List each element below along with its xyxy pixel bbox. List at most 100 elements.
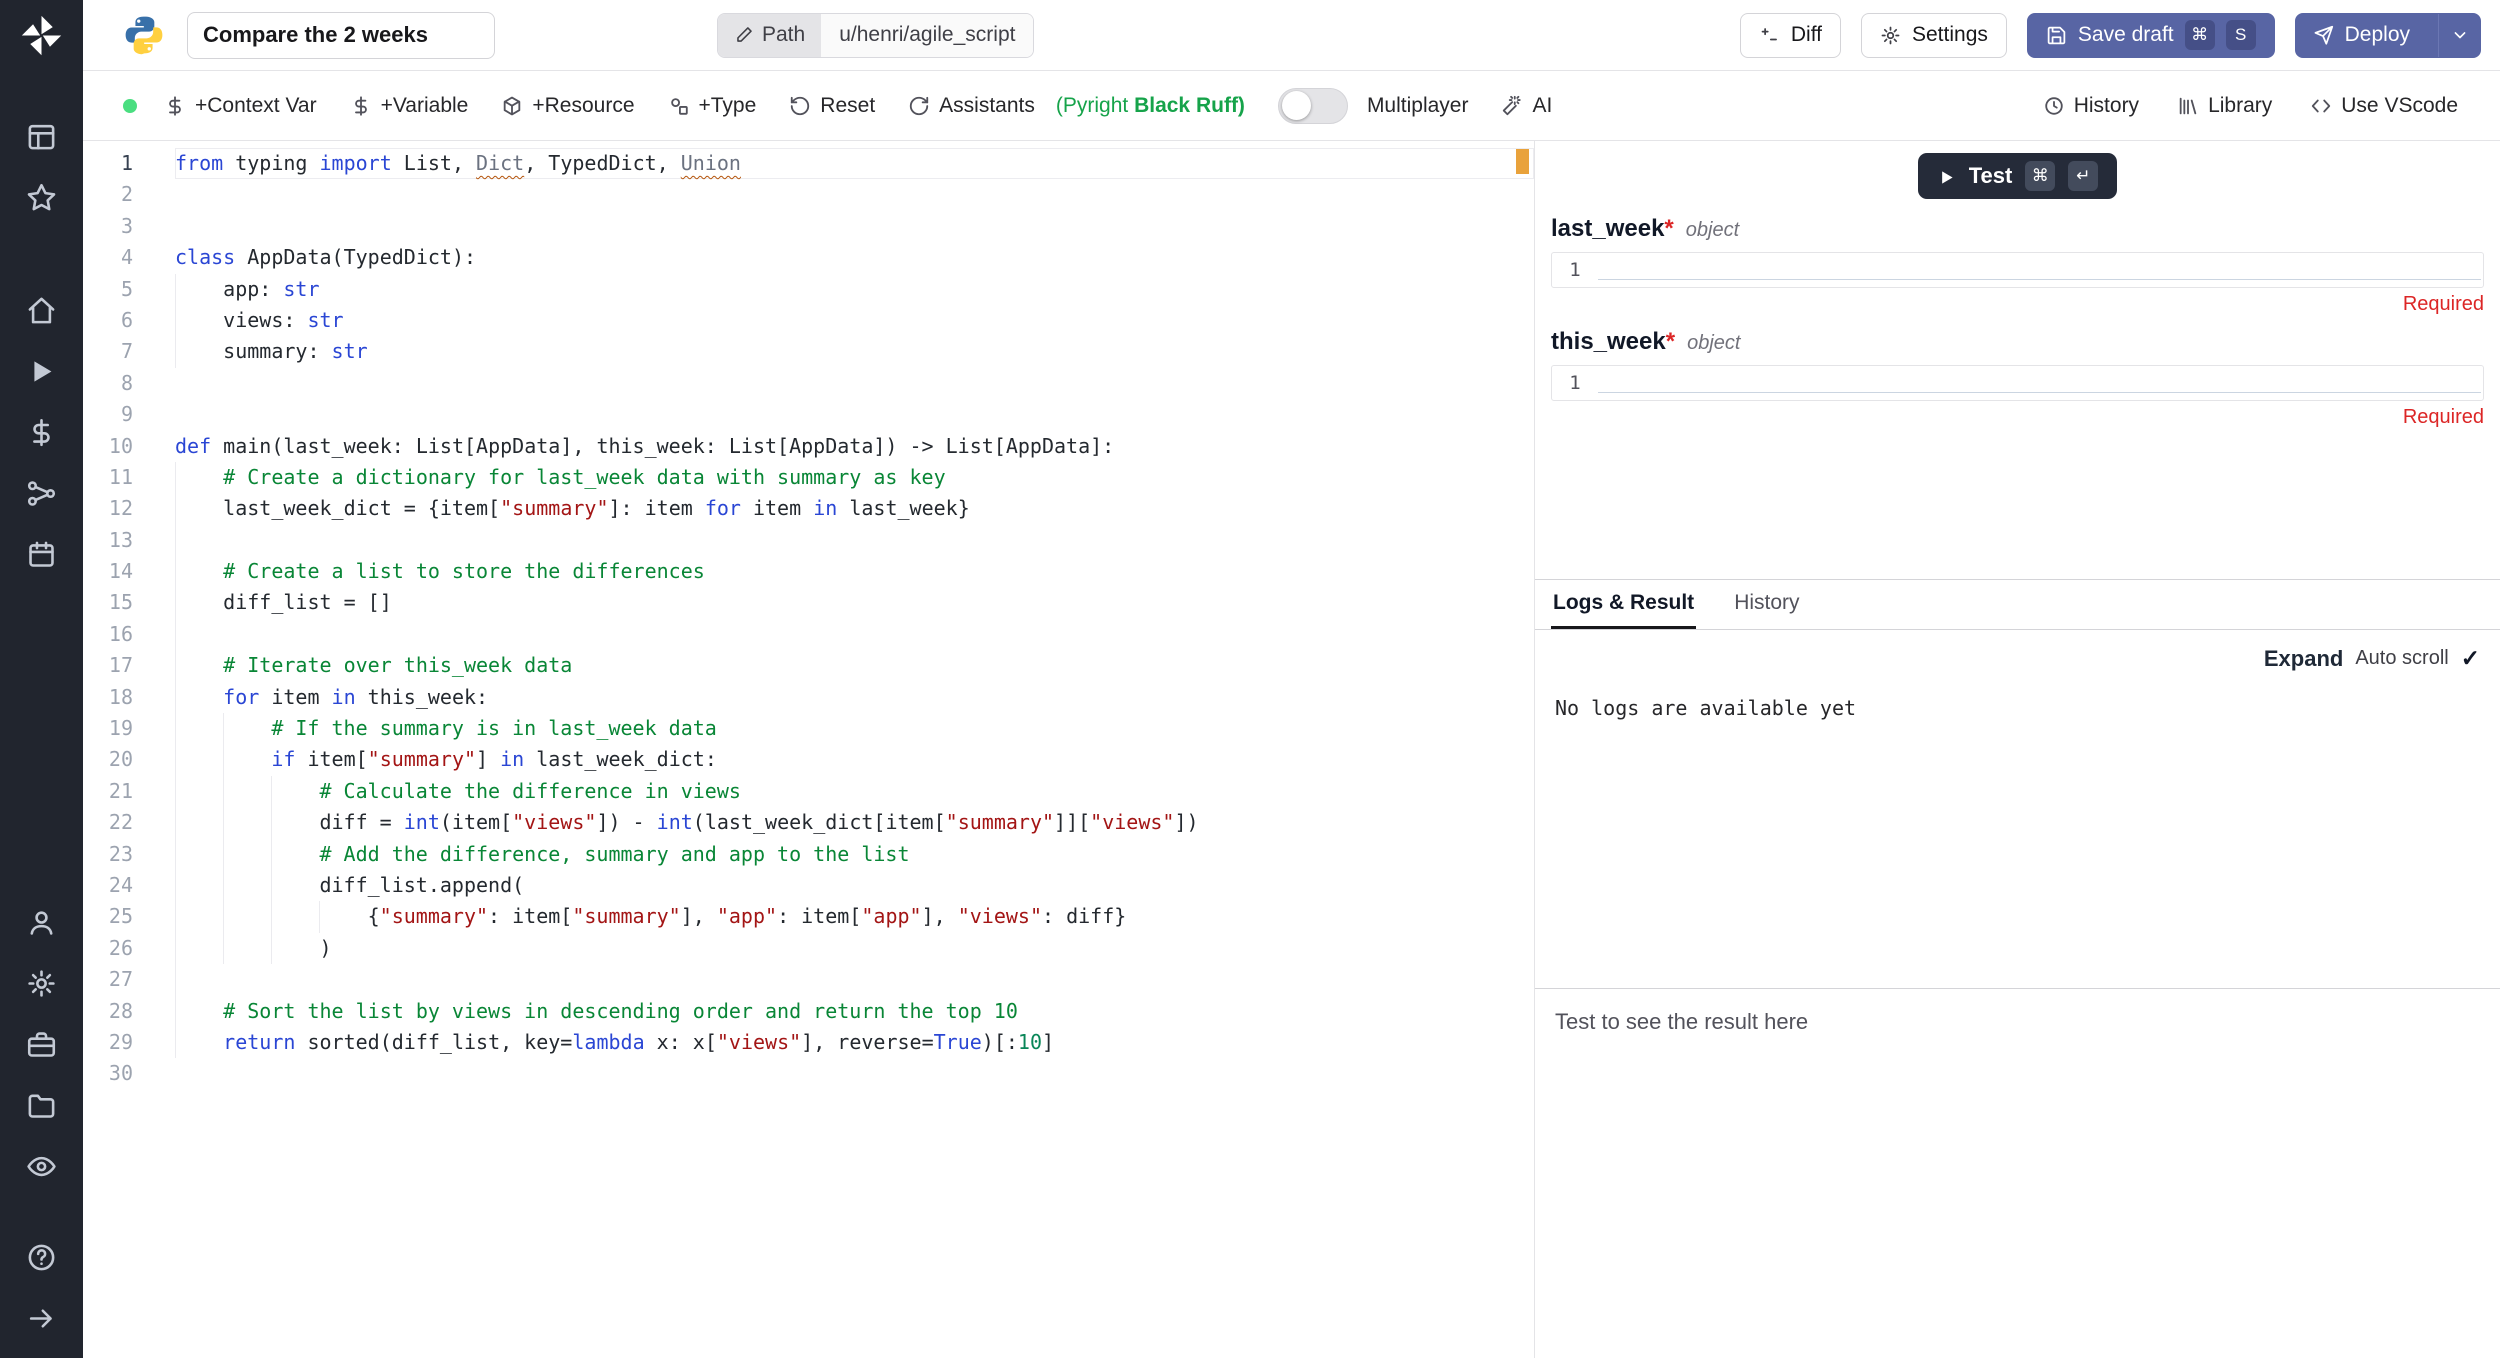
code-token: "summary" bbox=[572, 904, 680, 928]
overview-ruler bbox=[1512, 141, 1534, 1358]
path-button[interactable]: Path u/henri/agile_script bbox=[717, 13, 1034, 58]
sidebar-item-help[interactable] bbox=[26, 1242, 57, 1273]
code-line[interactable]: app: str bbox=[175, 274, 1534, 305]
indent-guide bbox=[271, 933, 319, 964]
deploy-icon bbox=[2313, 25, 2334, 46]
code-line[interactable]: for item in this_week: bbox=[175, 682, 1534, 713]
diff-button[interactable]: Diff bbox=[1740, 13, 1841, 58]
tab-logs-result[interactable]: Logs & Result bbox=[1551, 580, 1696, 629]
toolbar-item-use-vscode[interactable]: Use VScode bbox=[2310, 94, 2458, 118]
code-line[interactable]: summary: str bbox=[175, 336, 1534, 367]
toolbar-item-multiplayer[interactable]: Multiplayer bbox=[1367, 94, 1469, 118]
logs-tabs: Logs & Result History bbox=[1535, 580, 2500, 630]
sidebar-item-eye[interactable] bbox=[26, 1151, 57, 1182]
code-token: int bbox=[657, 810, 693, 834]
line-number: 1 bbox=[83, 148, 133, 179]
toolbar-item-assistants[interactable]: Assistants bbox=[908, 94, 1035, 118]
toolbar-item-reset[interactable]: Reset bbox=[789, 94, 875, 118]
indent-guide bbox=[175, 933, 223, 964]
code-line[interactable]: def main(last_week: List[AppData], this_… bbox=[175, 431, 1534, 462]
code-token: return bbox=[223, 1030, 295, 1054]
code-line[interactable]: # Calculate the difference in views bbox=[175, 776, 1534, 807]
sidebar-group bbox=[26, 1242, 57, 1334]
test-button[interactable]: Test ⌘ ↵ bbox=[1918, 153, 2118, 199]
code-line[interactable]: # Sort the list by views in descending o… bbox=[175, 996, 1534, 1027]
code-line[interactable]: diff_list.append( bbox=[175, 870, 1534, 901]
code-line[interactable]: # Iterate over this_week data bbox=[175, 650, 1534, 681]
windmill-logo-icon[interactable] bbox=[19, 13, 64, 58]
arg-field[interactable] bbox=[1598, 366, 2481, 393]
sidebar-item-calendar[interactable] bbox=[26, 539, 57, 570]
sidebar-item-flow[interactable] bbox=[26, 478, 57, 509]
code-line[interactable]: ) bbox=[175, 933, 1534, 964]
indent-guide bbox=[175, 274, 223, 305]
line-number: 8 bbox=[83, 368, 133, 399]
sidebar-item-folder[interactable] bbox=[26, 1090, 57, 1121]
code-line[interactable]: {"summary": item["summary"], "app": item… bbox=[175, 901, 1534, 932]
sidebar-item-gear[interactable] bbox=[26, 968, 57, 999]
autoscroll-checkbox[interactable]: ✓ bbox=[2461, 645, 2480, 672]
line-number: 3 bbox=[83, 211, 133, 242]
toolbar-item-label: Reset bbox=[820, 94, 875, 118]
arg-field[interactable] bbox=[1598, 253, 2481, 280]
path-label-text: Path bbox=[762, 23, 805, 47]
code-line[interactable] bbox=[175, 179, 1534, 210]
deploy-dropdown-button[interactable] bbox=[2438, 14, 2480, 57]
code-line[interactable]: # Add the difference, summary and app to… bbox=[175, 839, 1534, 870]
save-draft-button[interactable]: Save draft ⌘ S bbox=[2027, 13, 2275, 58]
code-editor[interactable]: 1234567891011121314151617181920212223242… bbox=[83, 141, 1534, 1358]
tab-history[interactable]: History bbox=[1732, 580, 1801, 629]
line-number: 21 bbox=[83, 776, 133, 807]
code-line[interactable]: # Create a dictionary for last_week data… bbox=[175, 462, 1534, 493]
toolbar-item-context-var[interactable]: +Context Var bbox=[164, 94, 317, 118]
code-line[interactable] bbox=[175, 964, 1534, 995]
sidebar-item-star[interactable] bbox=[26, 182, 57, 213]
sidebar-item-play[interactable] bbox=[26, 356, 57, 387]
code-line[interactable] bbox=[175, 525, 1534, 556]
code-line[interactable]: from typing import List, Dict, TypedDict… bbox=[175, 148, 1534, 179]
code-line[interactable]: views: str bbox=[175, 305, 1534, 336]
code-line[interactable]: last_week_dict = {item["summary"]: item … bbox=[175, 493, 1534, 524]
dollar-icon bbox=[164, 95, 186, 117]
settings-button[interactable]: Settings bbox=[1861, 13, 2007, 58]
code-line[interactable]: class AppData(TypedDict): bbox=[175, 242, 1534, 273]
code-line[interactable]: return sorted(diff_list, key=lambda x: x… bbox=[175, 1027, 1534, 1058]
gear-icon bbox=[26, 968, 57, 999]
script-title-input[interactable] bbox=[187, 12, 495, 59]
indent-guide bbox=[175, 493, 223, 524]
toolbar-item-resource[interactable]: +Resource bbox=[501, 94, 634, 118]
sidebar-item-apps[interactable] bbox=[26, 121, 57, 152]
indent-guide bbox=[175, 713, 223, 744]
sidebar-item-user[interactable] bbox=[26, 907, 57, 938]
code-token: (item[ bbox=[440, 810, 512, 834]
sidebar-item-home[interactable] bbox=[26, 295, 57, 326]
expand-button[interactable]: Expand bbox=[2264, 646, 2343, 672]
code-line[interactable] bbox=[175, 211, 1534, 242]
code-line[interactable] bbox=[175, 368, 1534, 399]
toolbar-item-library[interactable]: Library bbox=[2177, 94, 2272, 118]
sidebar-item-briefcase[interactable] bbox=[26, 1029, 57, 1060]
sidebar-item-dollar[interactable] bbox=[26, 417, 57, 448]
code-line[interactable]: if item["summary"] in last_week_dict: bbox=[175, 744, 1534, 775]
ai-label: AI bbox=[1532, 94, 1552, 118]
code-line[interactable]: # If the summary is in last_week data bbox=[175, 713, 1534, 744]
toolbar-item-ai[interactable]: AI bbox=[1501, 94, 1552, 118]
multiplayer-toggle[interactable] bbox=[1278, 88, 1348, 124]
code-token: main(last_week: List[AppData], this_week… bbox=[211, 434, 1114, 458]
arg-input[interactable]: 1 bbox=[1551, 252, 2484, 288]
code-line[interactable]: diff_list = [] bbox=[175, 587, 1534, 618]
sidebar-item-arrow-right[interactable] bbox=[26, 1303, 57, 1334]
test-label: Test bbox=[1969, 163, 2013, 189]
toolbar-item-type[interactable]: +Type bbox=[668, 94, 757, 118]
deploy-button[interactable]: Deploy bbox=[2296, 14, 2427, 57]
code-token: ]][ bbox=[1054, 810, 1090, 834]
autoscroll-label: Auto scroll bbox=[2355, 647, 2448, 670]
code-line[interactable]: diff = int(item["views"]) - int(last_wee… bbox=[175, 807, 1534, 838]
code-line[interactable] bbox=[175, 1058, 1534, 1089]
code-line[interactable] bbox=[175, 619, 1534, 650]
toolbar-item-history[interactable]: History bbox=[2043, 94, 2139, 118]
toolbar-item-variable[interactable]: +Variable bbox=[350, 94, 469, 118]
code-line[interactable] bbox=[175, 399, 1534, 430]
code-line[interactable]: # Create a list to store the differences bbox=[175, 556, 1534, 587]
arg-input[interactable]: 1 bbox=[1551, 365, 2484, 401]
